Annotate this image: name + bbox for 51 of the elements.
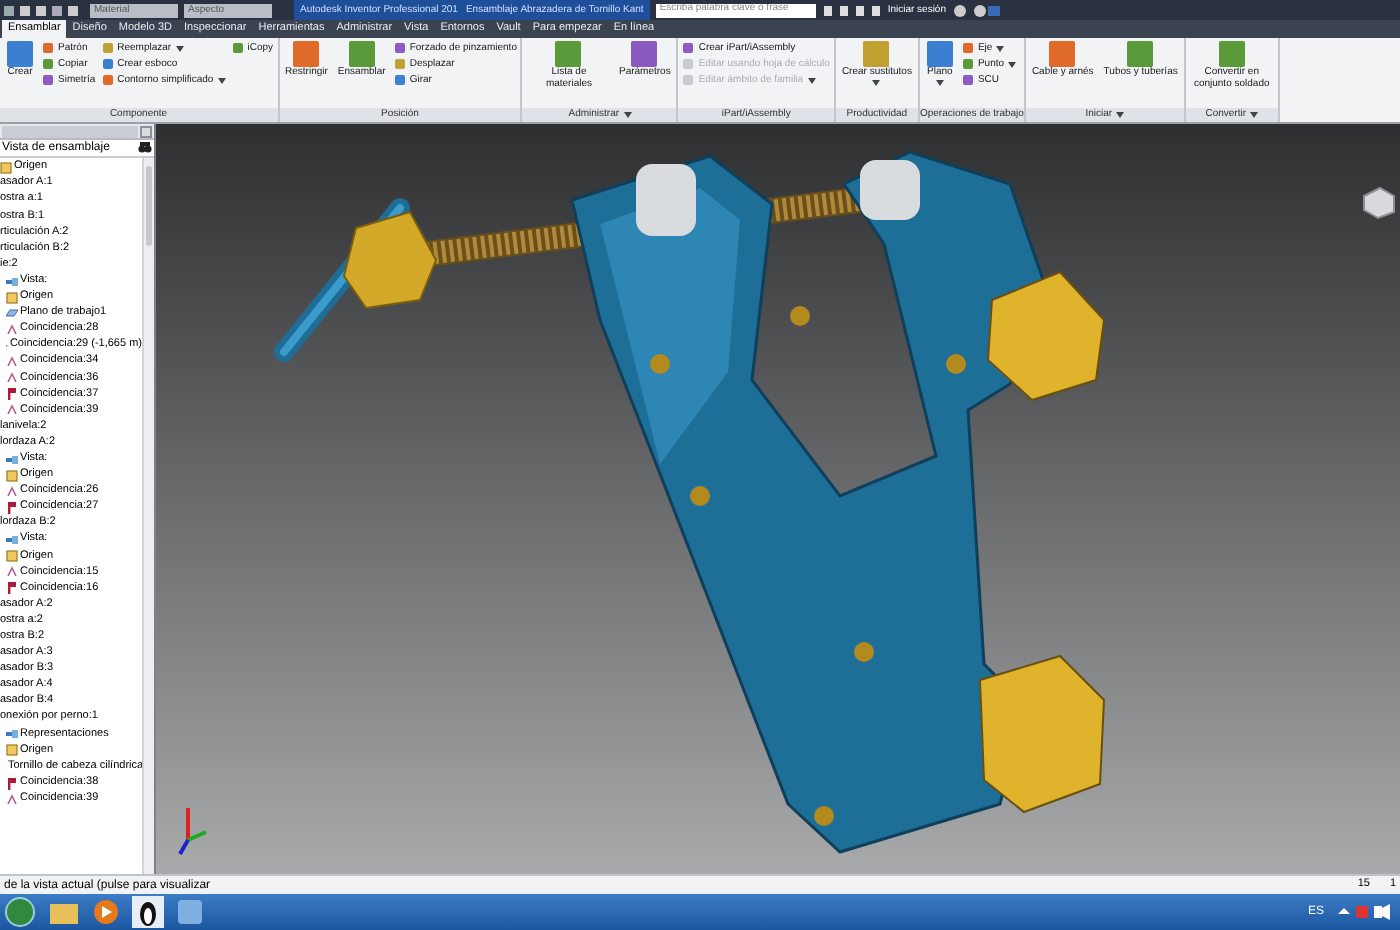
- caret-icon[interactable]: [1116, 112, 1125, 118]
- tool-icon: [292, 40, 321, 68]
- caret-icon[interactable]: [1250, 112, 1258, 118]
- quick-access-icons[interactable]: [4, 3, 84, 17]
- folder-icon: [6, 291, 18, 304]
- folder-icon: [6, 469, 18, 482]
- toolbar-icons[interactable]: [821, 3, 882, 17]
- view-icon: [6, 534, 18, 547]
- tool-icon: [554, 40, 583, 68]
- folder-icon: [6, 550, 18, 563]
- tool-icon: [1126, 40, 1155, 68]
- constraint-icon: [6, 404, 18, 417]
- tool-icon: [231, 42, 244, 54]
- penguin-icon[interactable]: [132, 896, 164, 928]
- caret-icon[interactable]: [623, 112, 632, 118]
- constraint-icon: [6, 793, 18, 806]
- view-icon: [6, 728, 18, 741]
- caret-icon: [1008, 61, 1017, 67]
- help-icons[interactable]: [952, 3, 1000, 17]
- axis-triad-icon: [176, 804, 208, 856]
- folder-icon: [0, 162, 12, 175]
- caret-icon: [175, 45, 184, 51]
- caret-icon: [807, 77, 816, 83]
- work-plane-icon: [6, 307, 18, 320]
- constraint-icon: [6, 323, 18, 336]
- tool-icon: [1048, 40, 1077, 68]
- tool-icon: [347, 40, 376, 68]
- view-icon: [6, 453, 18, 466]
- tool-icon: [630, 40, 659, 68]
- 3d-viewport[interactable]: [156, 124, 1400, 874]
- start-orb-icon[interactable]: [4, 896, 36, 928]
- media-player-icon[interactable]: [92, 898, 120, 926]
- tool-icon: [862, 40, 891, 68]
- tool-icon: [1217, 40, 1246, 68]
- tray-icons[interactable]: [1336, 904, 1396, 920]
- tool-icon: [925, 40, 954, 68]
- close-icon[interactable]: [140, 125, 152, 137]
- scrollbar[interactable]: [142, 158, 154, 874]
- view-cube-icon[interactable]: [1360, 184, 1396, 220]
- folder-icon: [6, 744, 18, 757]
- constraint-icon: [6, 566, 18, 579]
- caret-icon: [935, 79, 944, 85]
- caret-icon: [872, 79, 881, 85]
- caret-icon: [217, 77, 226, 83]
- view-icon: [6, 275, 18, 288]
- constraint-icon: [6, 485, 18, 498]
- tool-icon: [6, 40, 34, 68]
- search-icon[interactable]: [138, 142, 152, 154]
- folder-icon[interactable]: [48, 898, 80, 926]
- app-icon[interactable]: [176, 898, 204, 926]
- caret-icon: [996, 45, 1005, 51]
